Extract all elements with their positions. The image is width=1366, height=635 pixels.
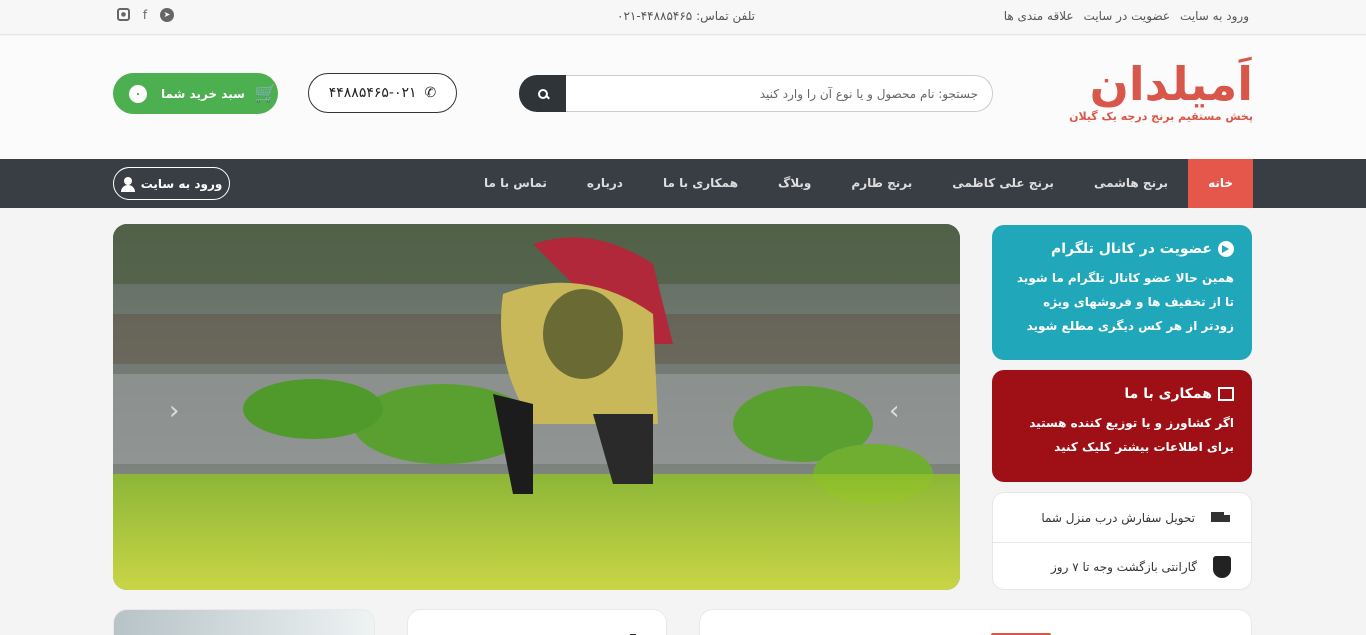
feature-item: تحویل سفارش درب منزل شما xyxy=(993,493,1251,542)
shield-icon xyxy=(1213,556,1231,578)
login-button[interactable]: ورود به سایت xyxy=(113,167,230,200)
nav-item-about[interactable]: درباره xyxy=(567,159,643,208)
instagram-icon[interactable]: ● xyxy=(117,8,130,21)
phone-number: ۴۴۸۸۵۴۶۵-۰۲۱ xyxy=(328,85,417,101)
phone-button[interactable]: ۴۴۸۸۵۴۶۵-۰۲۱ ✆ xyxy=(308,73,457,113)
feature-item: گارانتی بازگشت وجه تا ۷ روز xyxy=(993,542,1251,591)
cart-count: ۰ xyxy=(129,84,147,103)
cooperation-card[interactable]: همکاری با ما اگر کشاورز و یا توزیع کننده… xyxy=(992,370,1252,482)
telegram-icon xyxy=(1218,241,1234,257)
social-links: ● f ➤ xyxy=(117,8,174,22)
truck-icon xyxy=(1211,511,1231,524)
product-card[interactable] xyxy=(113,609,375,635)
cart-label: سبد خرید شما xyxy=(161,86,245,101)
top-link-wishlist[interactable]: علاقه مندی ها xyxy=(1004,9,1074,23)
telegram-card-title: عضویت در کانال تلگرام xyxy=(1050,241,1212,257)
phone-icon: ✆ xyxy=(424,85,437,101)
slider-prev-icon[interactable]: ‹ xyxy=(169,396,179,426)
cooperation-card-text: اگر کشاورز و یا توزیع کننده هستید برای ا… xyxy=(1029,416,1234,454)
features-list: تحویل سفارش درب منزل شما گارانتی بازگشت … xyxy=(992,492,1252,590)
presentation-icon xyxy=(1218,387,1234,401)
login-label: ورود به سایت xyxy=(140,176,223,191)
user-icon xyxy=(120,176,135,192)
cart-button[interactable]: ۰ سبد خرید شما 🛒 xyxy=(113,73,278,114)
cart-icon: 🛒 xyxy=(254,83,278,104)
header: اَمیلدان پخش مستقیم برنج درجه یک گیلان ۴… xyxy=(0,36,1366,159)
top-bar: ورود به سایت عضویت در سایت علاقه مندی ها… xyxy=(0,0,1366,35)
logo-name: اَمیلدان xyxy=(1089,57,1254,111)
feature-label: تحویل سفارش درب منزل شما xyxy=(1041,510,1195,525)
feature-label: گارانتی بازگشت وجه تا ۷ روز xyxy=(1050,560,1197,574)
hero-image xyxy=(113,224,960,590)
hero-slider[interactable]: ‹ › xyxy=(113,224,960,590)
search-button[interactable] xyxy=(519,75,566,112)
cooperation-card-title: همکاری با ما xyxy=(1124,386,1212,402)
nav-item-alikazemi-rice[interactable]: برنج علی کاظمی xyxy=(932,159,1074,208)
nav-item-cooperation[interactable]: همکاری با ما xyxy=(643,159,758,208)
nav-item-contact[interactable]: تماس با ما xyxy=(464,159,567,208)
logo-tagline: پخش مستقیم برنج درجه یک گیلان xyxy=(1069,110,1253,123)
search-bar xyxy=(519,75,993,112)
top-link-login[interactable]: ورود به سایت xyxy=(1180,9,1249,23)
nav-item-blog[interactable]: وبلاگ xyxy=(758,159,831,208)
top-phone: تلفن تماس: ۴۴۸۸۵۴۶۵-۰۲۱ xyxy=(617,9,756,23)
telegram-card[interactable]: عضویت در کانال تلگرام همین حالا عضو کانا… xyxy=(992,225,1252,360)
telegram-icon[interactable]: ➤ xyxy=(160,8,174,22)
nav-item-tarom-rice[interactable]: برنج طارم xyxy=(831,159,932,208)
top-links: ورود به سایت عضویت در سایت علاقه مندی ها xyxy=(1004,9,1249,23)
nav-item-home[interactable]: خانه xyxy=(1188,159,1253,208)
logo[interactable]: اَمیلدان پخش مستقیم برنج درجه یک گیلان xyxy=(1069,57,1254,123)
section-card xyxy=(699,609,1252,635)
product-card[interactable] xyxy=(407,609,667,635)
nav-item-hashemi-rice[interactable]: برنج هاشمی xyxy=(1074,159,1188,208)
search-input[interactable] xyxy=(566,75,993,112)
facebook-icon[interactable]: f xyxy=(138,8,152,22)
search-icon xyxy=(537,88,549,100)
main-nav: خانه برنج هاشمی برنج علی کاظمی برنج طارم… xyxy=(0,159,1366,208)
top-link-register[interactable]: عضویت در سایت xyxy=(1084,9,1171,23)
telegram-card-text: همین حالا عضو کانال تلگرام ما شوید تا از… xyxy=(1016,271,1234,333)
slider-next-icon[interactable]: › xyxy=(889,396,899,426)
